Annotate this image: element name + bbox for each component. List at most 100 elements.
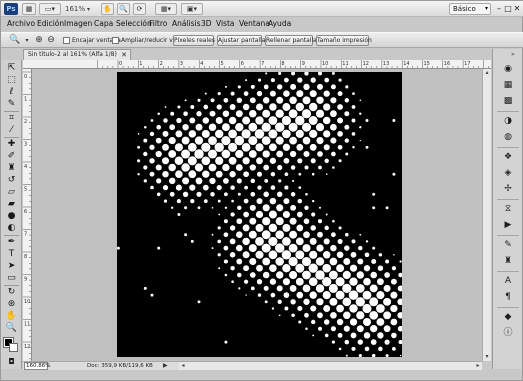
halftone-dot <box>221 136 231 146</box>
zoom-percentage-field[interactable]: 160.86% <box>24 362 50 370</box>
channels-icon[interactable]: ◈ <box>501 167 515 179</box>
close-document-icon[interactable]: ✕ <box>121 50 127 60</box>
marquee-icon[interactable]: ⬚ <box>4 75 19 86</box>
crop-icon[interactable]: ⌗ <box>4 113 19 124</box>
halftone-dot <box>316 136 324 145</box>
ruler-label: 14 <box>403 61 409 67</box>
halftone-canvas[interactable] <box>117 72 402 357</box>
vertical-scrollbar[interactable]: ▴ ▾ <box>482 69 491 361</box>
eyedropper-icon[interactable]: ⁄ <box>4 125 19 136</box>
actions-icon[interactable]: ▶ <box>501 219 515 231</box>
clone-stamp-icon[interactable]: ♜ <box>4 163 19 174</box>
menu-vista[interactable]: Vista <box>216 18 235 30</box>
menu-ayuda[interactable]: Ayuda <box>268 18 291 30</box>
3d-orbit-icon[interactable]: ⊛ <box>4 299 19 310</box>
menu-edicion[interactable]: Edición <box>37 18 64 30</box>
arrange-documents-icon[interactable]: ▦▾ <box>155 3 177 15</box>
vertical-ruler-ticks: 0123456789101112 <box>23 71 31 360</box>
hand-icon[interactable]: ✋ <box>4 311 19 322</box>
history-icon[interactable]: ⧖ <box>501 203 515 215</box>
rotate-view-icon[interactable]: ⟳ <box>133 3 146 15</box>
collapse-panels-icon[interactable]: » <box>511 51 515 58</box>
adjustments-icon[interactable]: ◑ <box>501 115 515 127</box>
history-brush-icon[interactable]: ↺ <box>4 175 19 186</box>
halftone-dot <box>255 223 264 232</box>
lasso-icon[interactable]: ℓ <box>4 87 19 98</box>
menu-3d[interactable]: 3D <box>201 18 212 30</box>
zoom-icon[interactable]: 🔍 <box>4 323 19 334</box>
halftone-dot <box>190 239 194 243</box>
document-tab[interactable]: Sin título-2 al 161% (Alfa 1/8) ✕ <box>23 49 131 60</box>
view-extras-icon[interactable]: ▭▾ <box>39 3 61 15</box>
gradient-icon[interactable]: ▰ <box>4 199 19 210</box>
paths-icon[interactable]: ✢ <box>501 183 515 195</box>
menu-capa[interactable]: Capa <box>94 18 113 30</box>
paragraph-icon[interactable]: ¶ <box>501 291 515 303</box>
zoom-level-dropdown[interactable]: 161% ▾ <box>65 3 95 15</box>
quick-select-icon[interactable]: ✎ <box>4 99 19 110</box>
quick-mask-icon[interactable]: ◘ <box>4 356 19 367</box>
blur-icon[interactable]: ● <box>4 211 19 222</box>
menu-imagen[interactable]: Imagen <box>64 18 92 30</box>
character-icon[interactable]: A <box>501 275 515 287</box>
brushes-icon[interactable]: ✎ <box>501 239 515 251</box>
horizontal-scrollbar[interactable]: ◂ ▸ <box>179 361 482 370</box>
halftone-dot <box>276 191 283 198</box>
close-icon[interactable]: ✕ <box>513 4 521 13</box>
actual-pixels-button[interactable]: Píxeles reales <box>173 35 215 46</box>
dodge-icon[interactable]: ◐ <box>4 223 19 234</box>
masks-icon[interactable]: ◍ <box>501 131 515 143</box>
scroll-up-icon[interactable]: ▴ <box>483 69 491 77</box>
info-icon[interactable]: ⓘ <box>501 327 515 339</box>
status-menu-arrow-icon[interactable]: ▶ <box>163 362 168 370</box>
styles-icon[interactable]: ▩ <box>501 95 515 107</box>
zoom-tool-icon[interactable]: 🔍 <box>117 3 130 15</box>
background-color-swatch[interactable] <box>9 343 18 352</box>
eraser-icon[interactable]: ▱ <box>4 187 19 198</box>
screen-mode-icon[interactable]: ▣▾ <box>181 3 203 15</box>
print-size-button[interactable]: Tamaño impresión <box>316 35 372 46</box>
halftone-dot <box>282 210 290 219</box>
menu-analisis[interactable]: Análisis <box>172 18 201 30</box>
halftone-dot <box>269 143 277 152</box>
healing-icon[interactable]: ✚ <box>4 139 19 150</box>
bridge-icon[interactable]: ▦ <box>22 3 36 15</box>
scroll-left-icon[interactable]: ◂ <box>179 362 187 370</box>
shape-icon[interactable]: ▭ <box>4 273 19 284</box>
scroll-right-icon[interactable]: ▸ <box>474 362 482 370</box>
zoom-in-icon[interactable]: ⊕ <box>33 35 45 46</box>
menu-seleccion[interactable]: Selección <box>116 18 152 30</box>
menu-ventana[interactable]: Ventana <box>239 18 270 30</box>
tool-preset-dropdown-icon[interactable]: ▾ <box>21 35 33 46</box>
layers-icon[interactable]: ❖ <box>501 151 515 163</box>
fit-screen-button[interactable]: Ajustar pantalla <box>217 35 265 46</box>
zoom-out-icon[interactable]: ⊖ <box>45 35 57 46</box>
scroll-down-icon[interactable]: ▾ <box>483 353 491 361</box>
menu-archivo[interactable]: Archivo <box>7 18 35 30</box>
zoom-all-windows-checkbox[interactable] <box>112 37 119 44</box>
fill-screen-button[interactable]: Rellenar pantalla <box>265 35 317 46</box>
menu-filtro[interactable]: Filtro <box>149 18 167 30</box>
hand-tool-icon[interactable]: ✋ <box>101 3 114 15</box>
move-icon[interactable]: ⇱ <box>4 63 19 74</box>
document-workspace[interactable] <box>32 69 491 361</box>
minimize-icon[interactable]: – <box>495 4 503 13</box>
3d-rotate-icon[interactable]: ↻ <box>4 287 19 298</box>
halftone-dot <box>390 291 398 299</box>
zoom-preset-icon[interactable]: 🔍 <box>9 35 21 46</box>
path-select-icon[interactable]: ➤ <box>4 261 19 272</box>
swatches-icon[interactable]: ▦ <box>501 79 515 91</box>
pen-icon[interactable]: ✒ <box>4 237 19 248</box>
3d-panel-icon[interactable]: ◆ <box>501 311 515 323</box>
type-icon[interactable]: T <box>4 249 19 260</box>
resize-windows-checkbox[interactable] <box>63 37 70 44</box>
halftone-dot <box>362 303 372 314</box>
color-icon[interactable]: ◉ <box>501 63 515 75</box>
halftone-dot <box>250 191 256 197</box>
tool-separator <box>4 111 19 112</box>
clone-source-icon[interactable]: ♜ <box>501 255 515 267</box>
brush-icon[interactable]: ✐ <box>4 151 19 162</box>
maximize-icon[interactable]: □ <box>504 4 512 13</box>
halftone-dot <box>328 283 338 293</box>
workspace-selector[interactable]: Básico ▾ <box>449 3 491 15</box>
